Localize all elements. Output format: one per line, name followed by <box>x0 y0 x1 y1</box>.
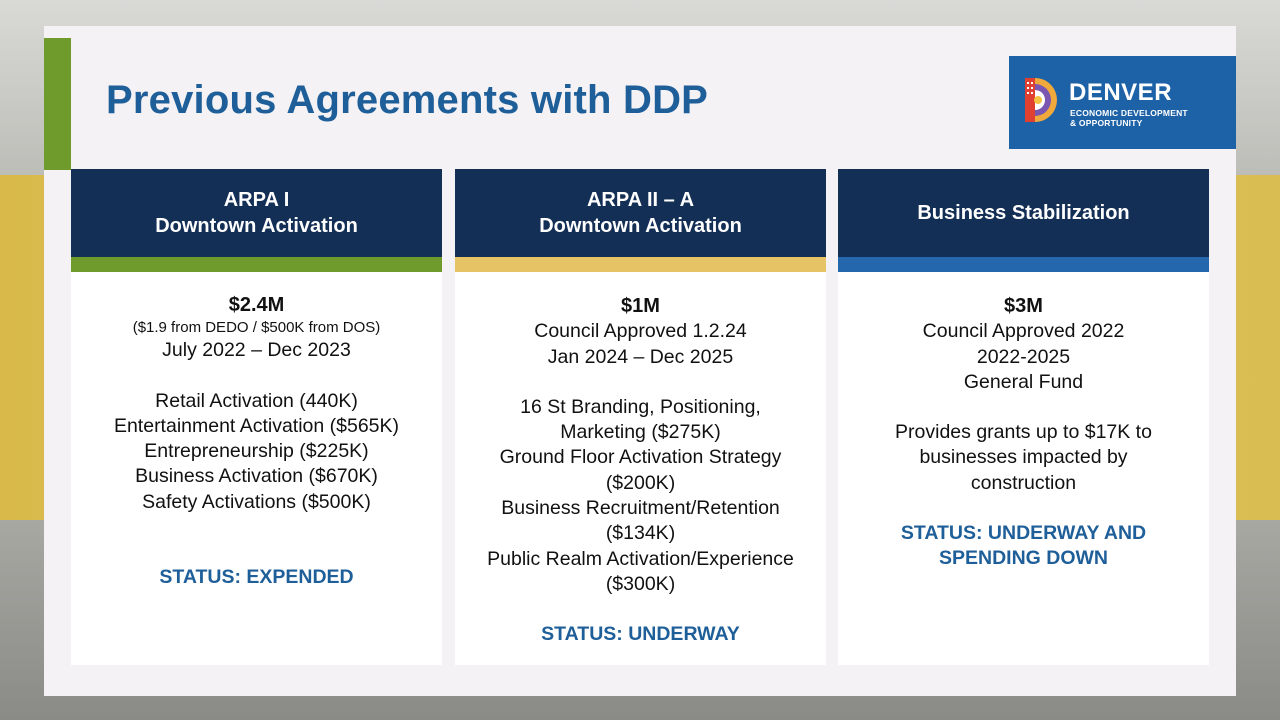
funding-amount: $1M <box>621 295 660 317</box>
approval-note: Council Approved 1.2.24 <box>534 320 747 343</box>
card-body: $3M Council Approved 2022 2022-2025 Gene… <box>838 294 1209 571</box>
card-header-line1: Business Stabilization <box>917 202 1130 224</box>
list-item: Public Realm Activation/Experience <box>487 547 794 570</box>
card-header: ARPA I Downtown Activation <box>71 169 442 257</box>
card-accent-stripe <box>838 257 1209 272</box>
approval-note: Council Approved 2022 <box>922 320 1125 343</box>
logo-subtitle-line2: & OPPORTUNITY <box>1070 118 1143 128</box>
status-label: STATUS: UNDERWAY <box>541 623 740 646</box>
date-range: July 2022 – Dec 2023 <box>162 339 351 362</box>
list-item: ($300K) <box>605 572 676 595</box>
status-label: STATUS: UNDERWAY AND <box>900 522 1147 545</box>
logo-subtitle: ECONOMIC DEVELOPMENT & OPPORTUNITY <box>1070 108 1230 128</box>
card-arpa-2a: ARPA II – A Downtown Activation $1M Coun… <box>455 169 826 665</box>
list-item: Safety Activations ($500K) <box>142 490 371 513</box>
list-item: 16 St Branding, Positioning, <box>520 395 761 418</box>
card-body: $2.4M ($1.9 from DEDO / $500K from DOS) … <box>71 293 442 590</box>
list-item: Retail Activation (440K) <box>155 389 358 412</box>
description-line: construction <box>970 471 1077 494</box>
status-label-line2: SPENDING DOWN <box>938 547 1108 570</box>
card-header: ARPA II – A Downtown Activation <box>455 169 826 257</box>
list-item: Entrepreneurship ($225K) <box>144 440 369 463</box>
funding-amount: $3M <box>1004 295 1043 317</box>
denver-logo-icon <box>1025 78 1057 122</box>
list-item: Ground Floor Activation Strategy <box>499 446 782 469</box>
card-header: Business Stabilization <box>838 169 1209 257</box>
card-header-line1: ARPA I <box>223 189 290 211</box>
description-line: Provides grants up to $17K to <box>895 421 1152 444</box>
description-line: businesses impacted by <box>919 446 1128 469</box>
title-accent-bar <box>44 38 71 170</box>
date-range: Jan 2024 – Dec 2025 <box>547 345 734 368</box>
card-header-line2: Downtown Activation <box>155 215 358 237</box>
card-accent-stripe <box>455 257 826 272</box>
funding-source-note: ($1.9 from DEDO / $500K from DOS) <box>132 319 381 337</box>
card-header-line2: Downtown Activation <box>539 215 742 237</box>
list-item: ($134K) <box>605 522 676 545</box>
date-range: 2022-2025 <box>976 345 1071 368</box>
logo-subtitle-line1: ECONOMIC DEVELOPMENT <box>1070 108 1188 118</box>
card-business-stabilization: Business Stabilization $3M Council Appro… <box>838 169 1209 665</box>
list-item: Business Activation ($670K) <box>135 465 378 488</box>
list-item: Entertainment Activation ($565K) <box>113 414 400 437</box>
card-header-line1: ARPA II – A <box>586 189 695 211</box>
status-label: STATUS: EXPENDED <box>159 566 354 589</box>
denver-logo: DENVER ECONOMIC DEVELOPMENT & OPPORTUNIT… <box>1009 56 1236 149</box>
card-arpa-1: ARPA I Downtown Activation $2.4M ($1.9 f… <box>71 169 442 665</box>
fund-source: General Fund <box>963 370 1084 393</box>
list-item: Marketing ($275K) <box>560 421 721 444</box>
logo-wordmark: DENVER <box>1069 79 1173 106</box>
card-accent-stripe <box>71 257 442 272</box>
card-body: $1M Council Approved 1.2.24 Jan 2024 – D… <box>455 294 826 647</box>
slide-title: Previous Agreements with DDP <box>106 78 709 122</box>
list-item: ($200K) <box>605 471 676 494</box>
list-item: Business Recruitment/Retention <box>501 497 780 520</box>
funding-amount: $2.4M <box>228 294 285 316</box>
